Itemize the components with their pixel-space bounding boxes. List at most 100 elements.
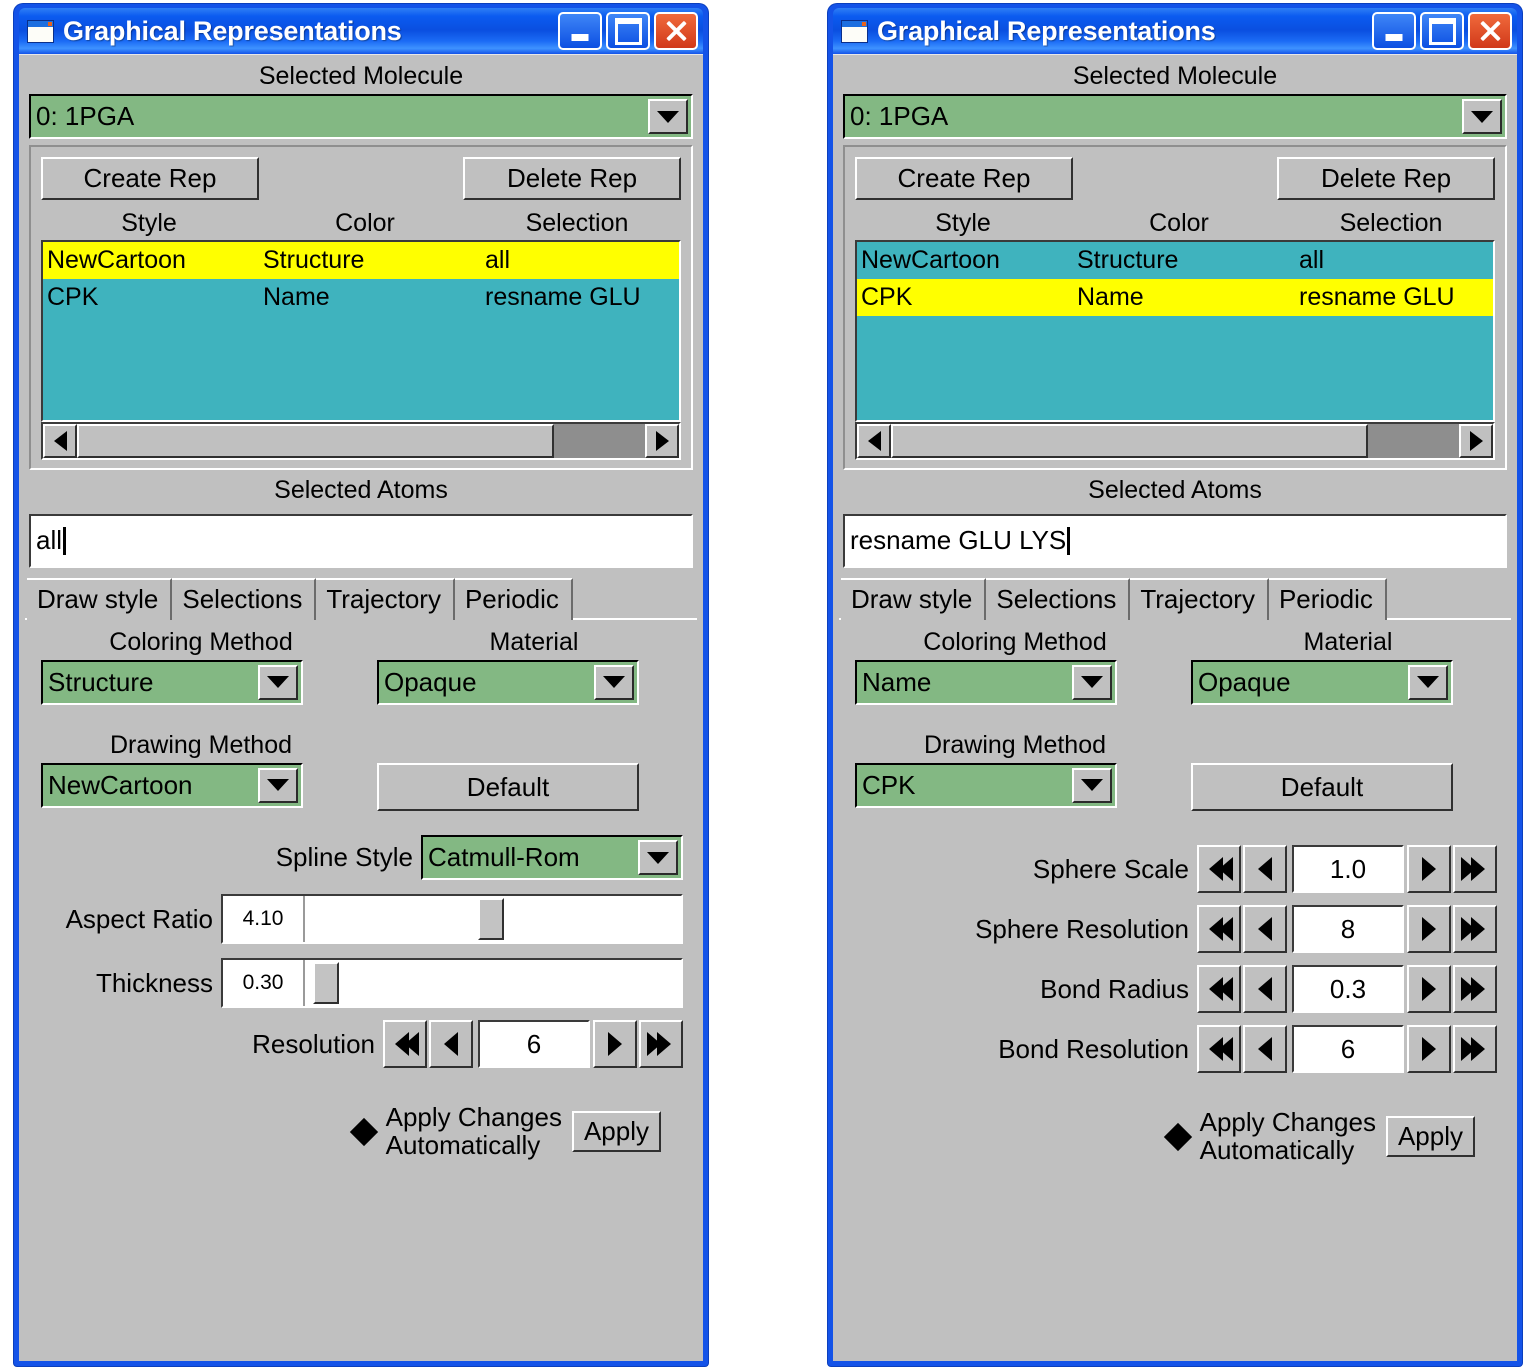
apply-changes-automatically-checkbox[interactable] <box>1163 1122 1192 1151</box>
rep-list-row[interactable]: CPK Name resname GLU <box>857 278 1493 316</box>
material-dropdown[interactable]: Opaque <box>377 659 639 705</box>
chevron-down-icon[interactable] <box>638 840 678 876</box>
selected-molecule-dropdown[interactable]: 0: 1PGA <box>29 94 693 139</box>
title-bar[interactable]: Graphical Representations <box>19 8 703 54</box>
tab-periodic[interactable]: Periodic <box>1268 578 1387 620</box>
rep-list-horizontal-scrollbar[interactable] <box>41 421 681 460</box>
bond-resolution-value[interactable]: 6 <box>1292 1025 1404 1074</box>
scroll-right-icon[interactable] <box>645 423 679 458</box>
sphere-resolution-spinner[interactable]: 8 <box>1197 905 1497 954</box>
close-icon[interactable] <box>1468 12 1512 50</box>
tab-draw-style[interactable]: Draw style <box>841 578 987 620</box>
bond-radius-spinner[interactable]: 0.3 <box>1197 965 1497 1014</box>
chevron-down-icon[interactable] <box>1072 664 1112 700</box>
tab-selections[interactable]: Selections <box>986 578 1131 620</box>
chevron-down-icon[interactable] <box>648 99 688 134</box>
right-arrow-icon[interactable] <box>1407 845 1451 894</box>
chevron-down-icon[interactable] <box>1462 99 1502 134</box>
default-button[interactable]: Default <box>377 762 639 812</box>
double-left-arrow-icon[interactable] <box>1197 845 1241 894</box>
aspect-ratio-slider[interactable]: 4.10 <box>221 894 683 945</box>
sphere-scale-spinner[interactable]: 1.0 <box>1197 845 1497 894</box>
tab-periodic[interactable]: Periodic <box>454 578 573 620</box>
chevron-down-icon[interactable] <box>258 767 298 803</box>
resolution-value[interactable]: 6 <box>478 1020 590 1069</box>
double-left-arrow-icon[interactable] <box>1197 905 1241 954</box>
delete-rep-button[interactable]: Delete Rep <box>1277 157 1495 200</box>
title-bar[interactable]: Graphical Representations <box>833 8 1517 54</box>
sphere-resolution-value[interactable]: 8 <box>1292 905 1404 954</box>
right-arrow-icon[interactable] <box>1407 905 1451 954</box>
apply-button[interactable]: Apply <box>1385 1116 1475 1158</box>
drawing-method-dropdown[interactable]: CPK <box>855 762 1117 808</box>
scrollbar-thumb[interactable] <box>891 423 1369 458</box>
aspect-ratio-thumb[interactable] <box>477 898 504 941</box>
selected-molecule-dropdown[interactable]: 0: 1PGA <box>843 94 1507 139</box>
rep-listbox[interactable]: NewCartoon Structure all CPK Name resnam… <box>41 239 681 422</box>
coloring-method-dropdown[interactable]: Structure <box>41 659 303 705</box>
scroll-right-icon[interactable] <box>1459 423 1493 458</box>
right-arrow-icon[interactable] <box>593 1020 637 1069</box>
chevron-down-icon[interactable] <box>594 664 634 700</box>
left-arrow-icon[interactable] <box>1243 1025 1287 1074</box>
rep-list-row[interactable]: NewCartoon Structure all <box>857 242 1493 279</box>
delete-rep-button[interactable]: Delete Rep <box>463 157 681 200</box>
apply-button[interactable]: Apply <box>571 1111 661 1153</box>
double-left-arrow-icon[interactable] <box>383 1020 427 1069</box>
tab-selections[interactable]: Selections <box>172 578 317 620</box>
right-arrow-icon[interactable] <box>1407 965 1451 1014</box>
thickness-track[interactable] <box>305 960 681 1007</box>
double-right-arrow-icon[interactable] <box>1453 965 1497 1014</box>
scrollbar-track[interactable] <box>891 423 1459 458</box>
selected-atoms-input[interactable]: resname GLU LYS <box>843 513 1507 568</box>
drawing-method-dropdown[interactable]: NewCartoon <box>41 762 303 808</box>
chevron-down-icon[interactable] <box>258 664 298 700</box>
maximize-button[interactable] <box>606 12 650 50</box>
apply-changes-automatically-checkbox[interactable] <box>349 1117 378 1146</box>
coloring-method-dropdown[interactable]: Name <box>855 659 1117 705</box>
sphere-scale-value[interactable]: 1.0 <box>1292 845 1404 894</box>
chevron-down-icon[interactable] <box>1408 664 1448 700</box>
left-arrow-icon[interactable] <box>1243 905 1287 954</box>
bond-resolution-spinner[interactable]: 6 <box>1197 1025 1497 1074</box>
scroll-left-icon[interactable] <box>43 423 77 458</box>
left-arrow-icon[interactable] <box>1243 965 1287 1014</box>
double-right-arrow-icon[interactable] <box>639 1020 683 1069</box>
scrollbar-track[interactable] <box>77 423 645 458</box>
aspect-ratio-track[interactable] <box>305 896 681 943</box>
double-right-arrow-icon[interactable] <box>1453 905 1497 954</box>
tab-trajectory[interactable]: Trajectory <box>316 578 455 620</box>
close-icon[interactable] <box>654 12 698 50</box>
sphere-scale-label: Sphere Scale <box>1032 853 1189 884</box>
scroll-left-icon[interactable] <box>857 423 891 458</box>
minimize-button[interactable] <box>558 12 602 50</box>
create-rep-button[interactable]: Create Rep <box>41 157 259 200</box>
left-arrow-icon[interactable] <box>429 1020 473 1069</box>
left-arrow-icon[interactable] <box>1243 845 1287 894</box>
tab-draw-style[interactable]: Draw style <box>27 578 173 620</box>
selected-atoms-input[interactable]: all <box>29 513 693 568</box>
double-right-arrow-icon[interactable] <box>1453 845 1497 894</box>
default-button[interactable]: Default <box>1191 762 1453 812</box>
material-group: Material Opaque <box>1175 628 1505 705</box>
rep-list-row[interactable]: NewCartoon Structure all <box>43 241 679 279</box>
rep-list-row[interactable]: CPK Name resname GLU <box>43 279 679 316</box>
resolution-spinner[interactable]: 6 <box>383 1020 683 1069</box>
spline-style-dropdown[interactable]: Catmull-Rom <box>421 835 683 881</box>
minimize-button[interactable] <box>1372 12 1416 50</box>
thickness-thumb[interactable] <box>312 962 339 1005</box>
rep-list-horizontal-scrollbar[interactable] <box>855 421 1495 460</box>
double-left-arrow-icon[interactable] <box>1197 965 1241 1014</box>
double-right-arrow-icon[interactable] <box>1453 1025 1497 1074</box>
thickness-slider[interactable]: 0.30 <box>221 958 683 1009</box>
chevron-down-icon[interactable] <box>1072 767 1112 803</box>
tab-trajectory[interactable]: Trajectory <box>1130 578 1269 620</box>
bond-radius-value[interactable]: 0.3 <box>1292 965 1404 1014</box>
double-left-arrow-icon[interactable] <box>1197 1025 1241 1074</box>
right-arrow-icon[interactable] <box>1407 1025 1451 1074</box>
rep-listbox[interactable]: NewCartoon Structure all CPK Name resnam… <box>855 239 1495 422</box>
material-dropdown[interactable]: Opaque <box>1191 659 1453 705</box>
scrollbar-thumb[interactable] <box>77 423 555 458</box>
maximize-button[interactable] <box>1420 12 1464 50</box>
create-rep-button[interactable]: Create Rep <box>855 157 1073 200</box>
